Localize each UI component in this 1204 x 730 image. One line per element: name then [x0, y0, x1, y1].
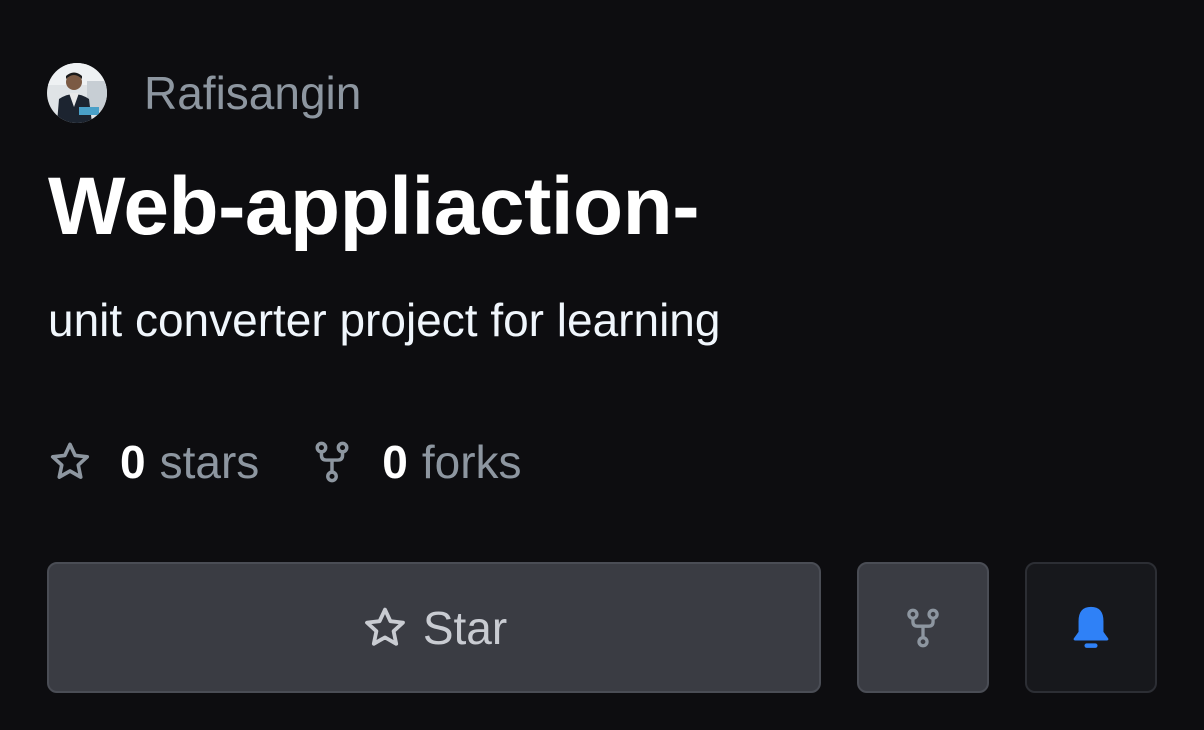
watch-button[interactable]: [1025, 562, 1157, 693]
star-outline-icon: [47, 439, 93, 485]
stars-label: stars: [159, 436, 260, 488]
forks-label: forks: [421, 436, 522, 488]
owner-row[interactable]: Rafisangin: [47, 63, 361, 123]
stars-stat[interactable]: 0 stars: [47, 435, 259, 489]
owner-name[interactable]: Rafisangin: [144, 70, 361, 116]
star-button[interactable]: Star: [47, 562, 821, 693]
bell-icon: [1068, 603, 1114, 653]
owner-avatar[interactable]: [47, 63, 107, 123]
avatar-image: [47, 63, 107, 123]
forks-count: 0: [382, 436, 408, 488]
fork-button[interactable]: [857, 562, 989, 693]
fork-icon: [309, 439, 355, 485]
star-button-label: Star: [422, 601, 508, 654]
forks-stat[interactable]: 0 forks: [309, 435, 522, 489]
star-outline-icon: [361, 604, 409, 652]
repo-title: Web-appliaction-: [48, 161, 700, 252]
repo-description: unit converter project for learning: [48, 294, 721, 346]
stats-row: 0 stars 0 forks: [47, 432, 522, 492]
fork-icon: [901, 606, 945, 650]
stars-count: 0: [120, 436, 146, 488]
